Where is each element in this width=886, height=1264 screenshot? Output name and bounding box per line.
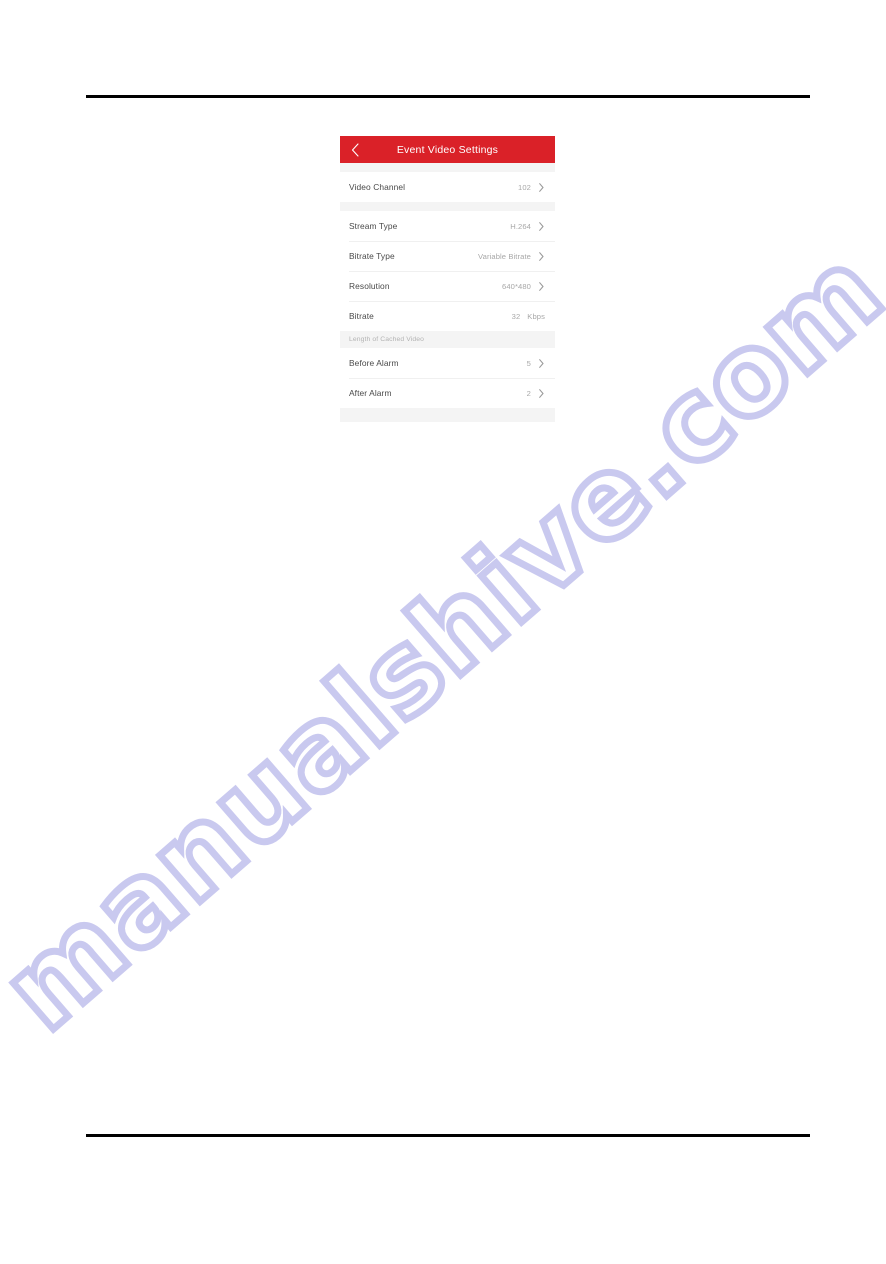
row-label: Resolution xyxy=(349,281,390,291)
chevron-right-icon[interactable] xyxy=(538,281,545,292)
section-gap-top xyxy=(340,163,555,172)
chevron-right-icon[interactable] xyxy=(538,182,545,193)
row-value-unit: Kbps xyxy=(527,311,545,321)
row-right: 2 xyxy=(527,388,545,399)
row-right: 102 xyxy=(518,182,545,193)
settings-row-bitrate[interactable]: Bitrate 32 Kbps xyxy=(340,301,555,331)
panel-footer-band xyxy=(340,408,555,422)
settings-row-before-alarm[interactable]: Before Alarm 5 xyxy=(340,348,555,378)
settings-row-after-alarm[interactable]: After Alarm 2 xyxy=(340,378,555,408)
section-gap-1 xyxy=(340,202,555,211)
row-right: Variable Bitrate xyxy=(478,251,545,262)
row-right: 5 xyxy=(527,358,545,369)
row-value: 5 xyxy=(526,358,531,368)
row-label: After Alarm xyxy=(349,388,392,398)
chevron-right-icon[interactable] xyxy=(538,221,545,232)
chevron-left-icon[interactable] xyxy=(348,142,362,157)
page-title: Event Video Settings xyxy=(396,143,499,156)
row-value: 2 xyxy=(526,388,531,398)
settings-row-video-channel[interactable]: Video Channel 102 xyxy=(340,172,555,202)
row-value: Variable Bitrate xyxy=(478,251,531,261)
settings-group-stream: Stream Type H.264 Bitrate Type Variable … xyxy=(340,211,555,331)
row-value: 32 xyxy=(511,311,521,321)
phone-screenshot: Event Video Settings Video Channel 102 S… xyxy=(340,136,555,422)
row-label: Stream Type xyxy=(349,221,398,231)
chevron-right-icon[interactable] xyxy=(538,251,545,262)
row-value: 102 xyxy=(518,182,531,192)
row-value: H.264 xyxy=(510,221,531,231)
row-value: 640*480 xyxy=(502,281,531,291)
row-right: 32 Kbps xyxy=(512,312,545,321)
settings-group-channel: Video Channel 102 xyxy=(340,172,555,202)
row-label: Bitrate xyxy=(349,311,374,321)
chevron-right-icon[interactable] xyxy=(538,358,545,369)
chevron-right-icon[interactable] xyxy=(538,388,545,399)
titlebar: Event Video Settings xyxy=(340,136,555,163)
section-header-label: Length of Cached Video xyxy=(349,336,425,343)
settings-group-cached-video: Before Alarm 5 After Alarm 2 xyxy=(340,348,555,408)
row-label: Video Channel xyxy=(349,182,406,192)
page-header-rule xyxy=(86,95,810,98)
settings-row-stream-type[interactable]: Stream Type H.264 xyxy=(340,211,555,241)
section-header-cached-video: Length of Cached Video xyxy=(340,331,555,348)
row-right: 640*480 xyxy=(502,281,545,292)
row-label: Bitrate Type xyxy=(349,251,395,261)
page-footer-rule xyxy=(86,1134,810,1137)
row-label: Before Alarm xyxy=(349,358,399,368)
settings-row-bitrate-type[interactable]: Bitrate Type Variable Bitrate xyxy=(340,241,555,271)
settings-row-resolution[interactable]: Resolution 640*480 xyxy=(340,271,555,301)
row-right: H.264 xyxy=(510,221,545,232)
